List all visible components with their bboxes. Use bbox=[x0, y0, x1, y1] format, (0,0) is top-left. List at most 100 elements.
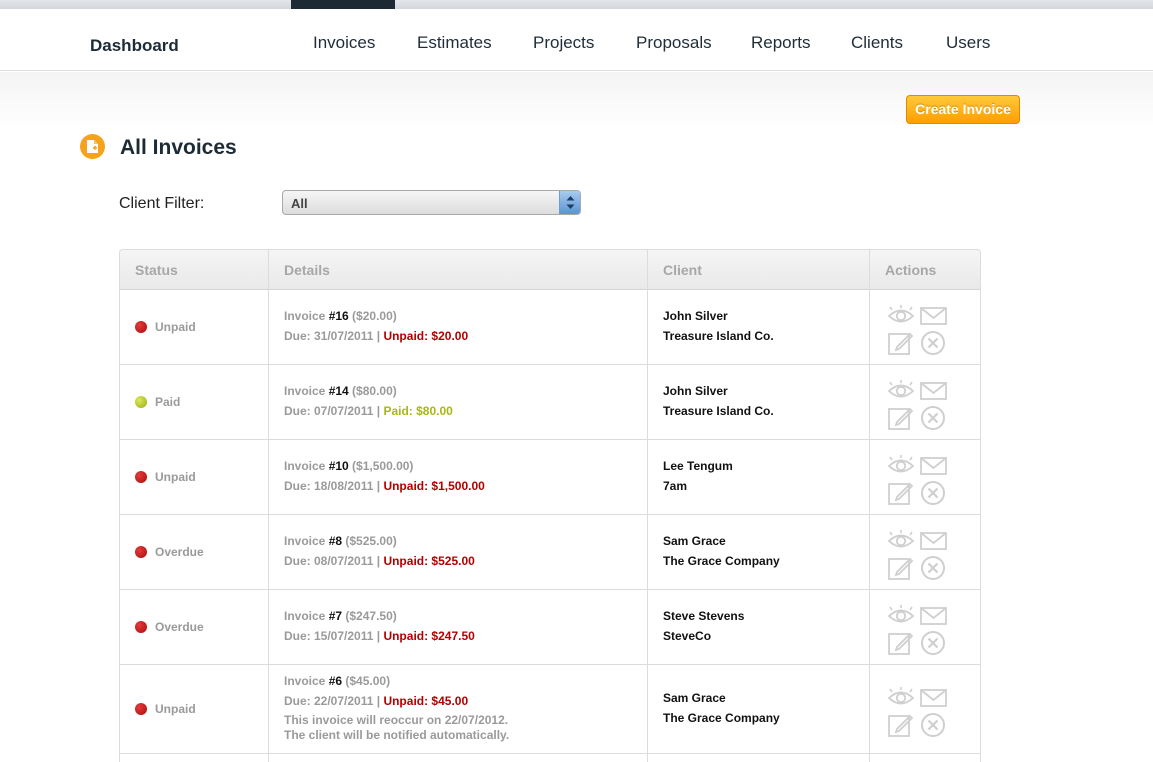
invoice-number-link[interactable]: #10 bbox=[329, 459, 349, 473]
invoice-number-link[interactable]: #8 bbox=[329, 534, 342, 548]
table-row[interactable]: Paid Invoice #14 ($80.00) Due: 07/07/201… bbox=[120, 365, 980, 440]
invoice-number-link[interactable]: #7 bbox=[329, 609, 342, 623]
column-header-actions: Actions bbox=[885, 262, 937, 278]
separator: | bbox=[373, 694, 384, 708]
status-cell: Unpaid bbox=[135, 470, 196, 484]
due-date: Due: 07/07/2011 bbox=[284, 404, 374, 418]
send-mail-icon[interactable] bbox=[920, 303, 948, 329]
nav-clients[interactable]: Clients bbox=[851, 33, 903, 53]
invoice-number-link[interactable]: #16 bbox=[329, 309, 349, 323]
view-eye-icon[interactable] bbox=[887, 303, 915, 329]
table-header: Status Details Client Actions bbox=[120, 250, 980, 290]
delete-x-icon[interactable] bbox=[920, 554, 948, 580]
balance-status: Unpaid: $20.00 bbox=[383, 329, 469, 343]
table-row[interactable]: Unpaid Invoice #10 ($1,500.00) Due: 18/0… bbox=[120, 440, 980, 515]
send-mail-icon[interactable] bbox=[920, 378, 948, 404]
overdue-status-dot-icon bbox=[135, 621, 147, 633]
nav-proposals[interactable]: Proposals bbox=[636, 33, 712, 53]
client-filter-select[interactable]: All bbox=[282, 190, 581, 215]
invoice-total: ($80.00) bbox=[348, 384, 397, 398]
invoice-prefix: Invoice bbox=[284, 309, 329, 323]
status-cell: Unpaid bbox=[135, 320, 196, 334]
client-cell: Sam Grace The Grace Company bbox=[663, 688, 780, 728]
unpaid-status-dot-icon bbox=[135, 471, 147, 483]
send-mail-icon[interactable] bbox=[920, 603, 948, 629]
invoice-number-link[interactable]: #14 bbox=[329, 384, 349, 398]
edit-pencil-icon[interactable] bbox=[887, 711, 915, 737]
due-date: Due: 18/08/2011 bbox=[284, 479, 374, 493]
invoice-total: ($20.00) bbox=[348, 309, 397, 323]
view-eye-icon[interactable] bbox=[887, 453, 915, 479]
client-name: John Silver bbox=[663, 309, 728, 323]
edit-pencil-icon[interactable] bbox=[887, 404, 915, 430]
create-invoice-button[interactable]: Create Invoice bbox=[906, 95, 1020, 124]
status-label: Overdue bbox=[155, 620, 204, 634]
invoice-prefix: Invoice bbox=[284, 459, 329, 473]
actions-cell bbox=[887, 453, 951, 505]
table-row[interactable]: Unpaid Invoice #6 ($45.00) Due: 22/07/20… bbox=[120, 665, 980, 754]
table-row[interactable]: Overdue Invoice #8 ($525.00) Due: 08/07/… bbox=[120, 515, 980, 590]
edit-pencil-icon[interactable] bbox=[887, 479, 915, 505]
invoice-prefix: Invoice bbox=[284, 384, 329, 398]
client-company: The Grace Company bbox=[663, 711, 780, 725]
actions-cell bbox=[887, 603, 951, 655]
delete-x-icon[interactable] bbox=[920, 711, 948, 737]
notification-note: The client will be notified automaticall… bbox=[284, 728, 510, 742]
status-cell: Paid bbox=[135, 395, 180, 409]
client-name: Steve Stevens bbox=[663, 609, 745, 623]
invoice-number-link[interactable]: #6 bbox=[329, 674, 342, 688]
select-arrows-icon bbox=[559, 191, 580, 214]
client-cell: John Silver Treasure Island Co. bbox=[663, 306, 774, 346]
column-header-details[interactable]: Details bbox=[284, 262, 330, 278]
delete-x-icon[interactable] bbox=[920, 629, 948, 655]
column-header-client[interactable]: Client bbox=[663, 262, 702, 278]
client-company: Treasure Island Co. bbox=[663, 404, 774, 418]
invoice-prefix: Invoice bbox=[284, 534, 329, 548]
separator: | bbox=[373, 629, 384, 643]
status-cell: Unpaid bbox=[135, 702, 196, 716]
table-row[interactable]: Unpaid Invoice #16 ($20.00) Due: 31/07/2… bbox=[120, 290, 980, 365]
edit-pencil-icon[interactable] bbox=[887, 554, 915, 580]
status-cell: Overdue bbox=[135, 620, 204, 634]
nav-invoices[interactable]: Invoices bbox=[313, 33, 375, 53]
table-row[interactable]: Overdue Invoice #7 ($247.50) Due: 15/07/… bbox=[120, 590, 980, 665]
details-cell: Invoice #10 ($1,500.00) Due: 18/08/2011 … bbox=[284, 456, 485, 496]
delete-x-icon[interactable] bbox=[920, 404, 948, 430]
actions-cell bbox=[887, 378, 951, 430]
status-label: Unpaid bbox=[155, 470, 196, 484]
nav-dashboard-link[interactable]: Dashboard bbox=[90, 36, 179, 56]
delete-x-icon[interactable] bbox=[920, 479, 948, 505]
nav-reports[interactable]: Reports bbox=[751, 33, 811, 53]
client-company: The Grace Company bbox=[663, 554, 780, 568]
page-title: All Invoices bbox=[120, 136, 237, 159]
view-eye-icon[interactable] bbox=[887, 685, 915, 711]
invoice-prefix: Invoice bbox=[284, 674, 329, 688]
client-cell: Sam Grace The Grace Company bbox=[663, 531, 780, 571]
paid-status-dot-icon bbox=[135, 396, 147, 408]
view-eye-icon[interactable] bbox=[887, 603, 915, 629]
actions-cell bbox=[887, 303, 951, 355]
client-cell: Steve Stevens SteveCo bbox=[663, 606, 744, 646]
send-mail-icon[interactable] bbox=[920, 453, 948, 479]
client-company: 7am bbox=[663, 479, 688, 493]
due-date: Due: 15/07/2011 bbox=[284, 629, 374, 643]
invoice-document-icon bbox=[80, 134, 105, 159]
nav-estimates[interactable]: Estimates bbox=[417, 33, 492, 53]
column-header-status[interactable]: Status bbox=[135, 262, 178, 278]
edit-pencil-icon[interactable] bbox=[887, 629, 915, 655]
send-mail-icon[interactable] bbox=[920, 685, 948, 711]
edit-pencil-icon[interactable] bbox=[887, 329, 915, 355]
due-date: Due: 08/07/2011 bbox=[284, 554, 374, 568]
nav-projects[interactable]: Projects bbox=[533, 33, 594, 53]
delete-x-icon[interactable] bbox=[920, 329, 948, 355]
view-eye-icon[interactable] bbox=[887, 528, 915, 554]
balance-status: Unpaid: $1,500.00 bbox=[383, 479, 485, 493]
invoice-total: ($1,500.00) bbox=[348, 459, 414, 473]
status-cell: Overdue bbox=[135, 545, 204, 559]
client-name: Sam Grace bbox=[663, 534, 726, 548]
details-cell: Invoice #6 ($45.00) Due: 22/07/2011 | Un… bbox=[284, 671, 509, 743]
invoice-total: ($45.00) bbox=[342, 674, 391, 688]
send-mail-icon[interactable] bbox=[920, 528, 948, 554]
nav-users[interactable]: Users bbox=[946, 33, 990, 53]
view-eye-icon[interactable] bbox=[887, 378, 915, 404]
